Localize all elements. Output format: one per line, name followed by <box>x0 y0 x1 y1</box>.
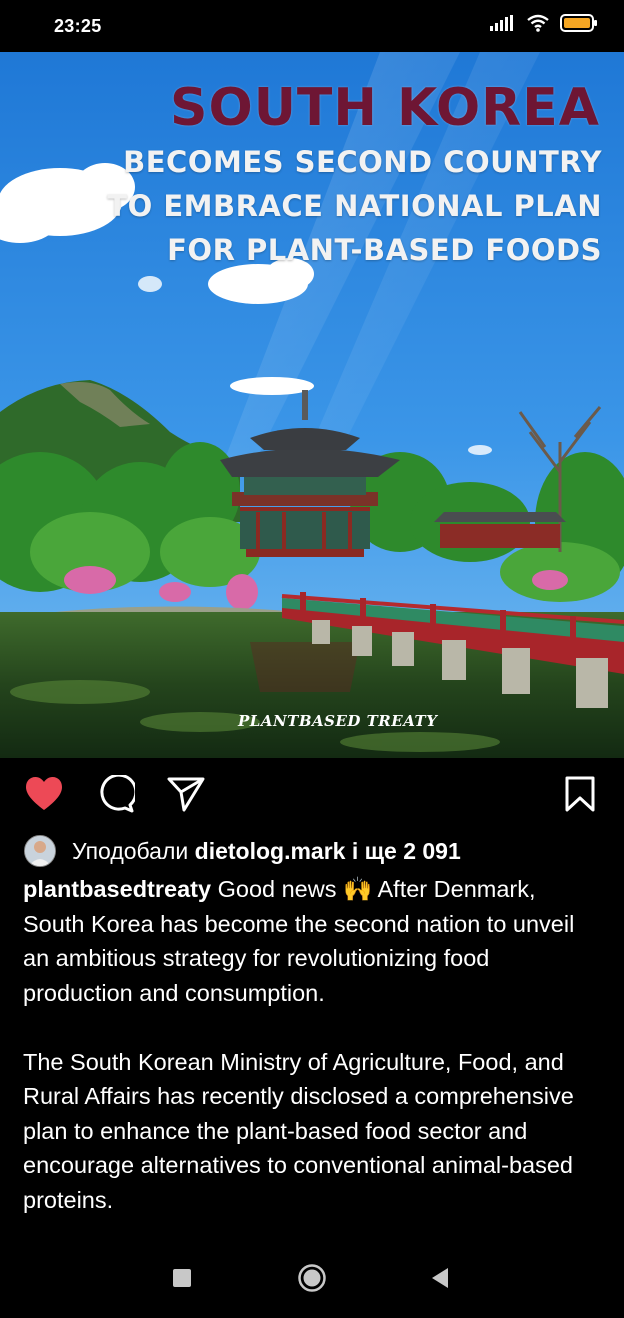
caption-paragraph-2: The South Korean Ministry of Agriculture… <box>23 1048 574 1213</box>
home-circle-icon <box>297 1263 327 1298</box>
post-actions <box>0 758 624 832</box>
send-icon <box>167 776 205 817</box>
likes-user[interactable]: dietolog.mark <box>195 838 346 865</box>
image-headline-main: SOUTH KOREA <box>170 78 600 138</box>
signal-icon <box>490 15 516 36</box>
post-image[interactable]: SOUTH KOREA BECOMES SECOND COUNTRY TO EM… <box>0 52 624 758</box>
image-watermark: PLANTBASED TREATY <box>238 712 438 730</box>
back-button[interactable] <box>420 1260 460 1300</box>
share-button[interactable] <box>166 776 206 816</box>
back-triangle-icon <box>430 1267 450 1294</box>
like-button[interactable] <box>24 776 64 816</box>
caption-paragraph-1: plantbasedtreaty Good news 🙌 After Denma… <box>23 872 603 1010</box>
save-button[interactable] <box>560 776 600 816</box>
likes-summary[interactable]: Уподобали dietolog.mark і ще 2 091 <box>24 834 461 868</box>
caption-username[interactable]: plantbasedtreaty <box>23 876 211 902</box>
avatar[interactable] <box>24 835 56 867</box>
image-headline-sub: BECOMES SECOND COUNTRY TO EMBRACE NATION… <box>107 145 602 267</box>
status-icons <box>490 14 598 37</box>
bookmark-icon <box>564 776 596 817</box>
post-caption: plantbasedtreaty Good news 🙌 After Denma… <box>23 872 603 1217</box>
wifi-icon <box>526 14 550 37</box>
recents-button[interactable] <box>162 1260 202 1300</box>
home-button[interactable] <box>292 1260 332 1300</box>
recents-square-icon <box>172 1268 192 1293</box>
likes-prefix: Уподобали <box>72 837 189 864</box>
battery-icon <box>560 14 598 37</box>
heart-icon <box>24 776 64 817</box>
caption-gap <box>23 1010 603 1045</box>
comment-icon <box>97 773 138 818</box>
status-bar: 23:25 <box>0 0 624 52</box>
status-time: 23:25 <box>54 16 102 36</box>
system-nav-bar <box>0 1242 624 1318</box>
comment-button[interactable] <box>96 773 138 818</box>
likes-suffix[interactable]: і ще 2 091 <box>352 838 461 865</box>
